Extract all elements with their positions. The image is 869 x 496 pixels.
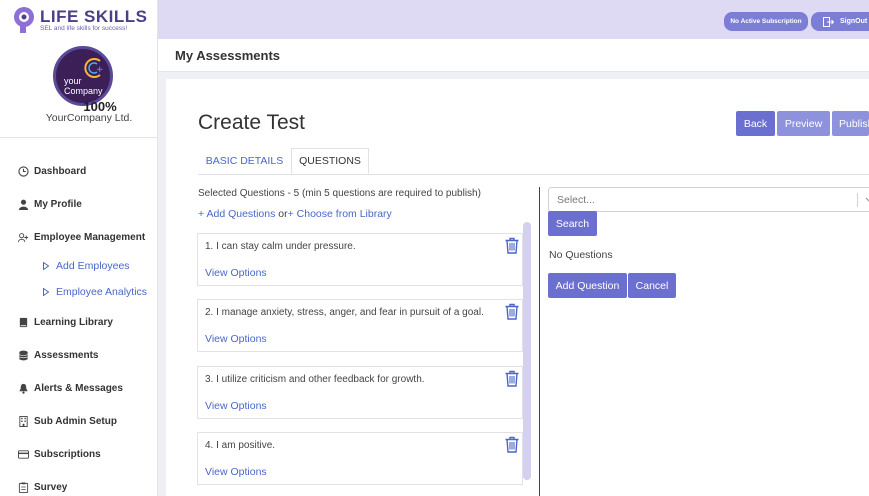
choose-from-library-link[interactable]: + Choose from Library (288, 208, 392, 220)
signout-label: SignOut (840, 18, 868, 25)
question-card: 4. I am positive. View Options (197, 432, 523, 485)
company-block: + your Company 100% YourCompany Ltd. (0, 44, 158, 138)
sidebar-item-label: Survey (34, 481, 68, 493)
sidebar-subitem-add-employees[interactable]: Add Employees (42, 257, 130, 275)
sidebar-item-alerts-messages[interactable]: Alerts & Messages (18, 378, 123, 398)
building-icon (19, 415, 28, 427)
sidebar-item-label: Dashboard (34, 165, 87, 177)
question-list-scrollbar[interactable] (523, 222, 531, 480)
sidebar-subitem-employee-analytics[interactable]: Employee Analytics (42, 283, 147, 301)
sidebar-item-learning-library[interactable]: Learning Library (18, 312, 113, 332)
question-text: 2. I manage anxiety, stress, anger, and … (205, 307, 484, 318)
signout-icon (823, 16, 834, 27)
triangle-right-icon (43, 262, 50, 270)
svg-text:+: + (96, 65, 104, 75)
brand-tagline: SEL and life skills for success! (40, 25, 128, 32)
company-logo-line1: your (64, 76, 82, 86)
question-select[interactable]: Select... (548, 187, 869, 212)
add-questions-link[interactable]: + Add Questions (198, 208, 275, 220)
view-options-link[interactable]: View Options (205, 333, 267, 345)
selected-questions-info: Selected Questions - 5 (min 5 questions … (198, 188, 481, 199)
trash-icon[interactable] (504, 303, 520, 320)
sidebar-item-my-profile[interactable]: My Profile (18, 194, 82, 214)
question-text: 3. I utilize criticism and other feedbac… (205, 374, 425, 385)
trash-icon[interactable] (504, 237, 520, 254)
select-placeholder: Select... (557, 193, 595, 206)
question-text: 4. I am positive. (205, 440, 276, 451)
publish-button[interactable]: Publish (832, 111, 869, 136)
view-options-link[interactable]: View Options (205, 400, 267, 412)
brand-name: LIFE SKILLS (40, 7, 148, 26)
sidebar-item-label: Assessments (34, 349, 99, 361)
sidebar: LIFE SKILLS SEL and life skills for succ… (0, 0, 158, 496)
no-questions-text: No Questions (549, 249, 613, 261)
panel-divider (539, 187, 540, 496)
trash-icon[interactable] (504, 370, 520, 387)
brand-logo[interactable]: LIFE SKILLS SEL and life skills for succ… (12, 6, 152, 36)
clipboard-icon (18, 481, 29, 493)
sidebar-item-label: Learning Library (34, 316, 113, 328)
add-question-button[interactable]: Add Question (548, 273, 627, 298)
or-text: or (278, 208, 288, 220)
triangle-right-icon (43, 288, 50, 296)
sidebar-item-label: Subscriptions (34, 448, 101, 460)
page-header-title: My Assessments (175, 48, 281, 63)
sidebar-item-assessments[interactable]: Assessments (18, 345, 98, 365)
user-icon (18, 199, 29, 210)
subscription-status-button[interactable]: No Active Subscription (724, 12, 808, 31)
tab-bar: BASIC DETAILS QUESTIONS (198, 148, 869, 174)
main-card: Create Test Back Preview Publish BASIC D… (166, 79, 869, 496)
sidebar-item-label: Employee Management (34, 231, 146, 243)
back-button[interactable]: Back (736, 111, 775, 136)
chevron-down-icon (865, 197, 869, 202)
view-options-link[interactable]: View Options (205, 267, 267, 279)
signout-button[interactable]: SignOut (811, 12, 869, 31)
sidebar-item-subscriptions[interactable]: Subscriptions (18, 444, 101, 464)
users-icon (18, 232, 29, 242)
company-c-icon: + (84, 58, 104, 78)
question-list: 1. I can stay calm under pressure. View … (197, 230, 527, 496)
sidebar-item-employee-management[interactable]: Employee Management (18, 227, 145, 247)
sidebar-item-survey[interactable]: Survey (18, 477, 67, 496)
add-links: + Add Questions or+ Choose from Library (198, 208, 392, 220)
question-text: 1. I can stay calm under pressure. (205, 241, 356, 252)
search-button[interactable]: Search (548, 211, 597, 236)
page-title: Create Test (198, 111, 305, 134)
brand-head-icon (14, 7, 34, 33)
sidebar-item-label: Sub Admin Setup (34, 415, 117, 427)
clock-icon (18, 165, 29, 177)
sidebar-subitem-label: Add Employees (56, 260, 130, 272)
trash-icon[interactable] (504, 436, 520, 453)
sidebar-item-label: Alerts & Messages (34, 382, 123, 394)
card-icon (18, 449, 29, 459)
company-logo-line2: Company (64, 86, 103, 96)
tab-divider (198, 174, 869, 175)
sidebar-item-sub-admin-setup[interactable]: Sub Admin Setup (18, 411, 117, 431)
bell-icon (19, 383, 28, 394)
select-divider (857, 193, 858, 207)
question-card: 1. I can stay calm under pressure. View … (197, 233, 523, 286)
sidebar-item-dashboard[interactable]: Dashboard (18, 161, 86, 181)
tab-basic-details[interactable]: BASIC DETAILS (198, 148, 291, 174)
question-card: 2. I manage anxiety, stress, anger, and … (197, 299, 523, 352)
question-card: 3. I utilize criticism and other feedbac… (197, 366, 523, 419)
cancel-button[interactable]: Cancel (628, 273, 676, 298)
book-icon (19, 317, 28, 327)
tab-questions[interactable]: QUESTIONS (291, 148, 369, 174)
view-options-link[interactable]: View Options (205, 466, 267, 478)
database-icon (19, 350, 28, 360)
top-bar: No Active Subscription SignOut (158, 0, 869, 39)
sidebar-item-label: My Profile (34, 198, 82, 210)
company-name: YourCompany Ltd. (45, 112, 133, 124)
company-logo: + your Company (53, 46, 113, 106)
header-bar: My Assessments (158, 39, 869, 72)
sidebar-subitem-label: Employee Analytics (56, 286, 148, 298)
preview-button[interactable]: Preview (777, 111, 830, 136)
